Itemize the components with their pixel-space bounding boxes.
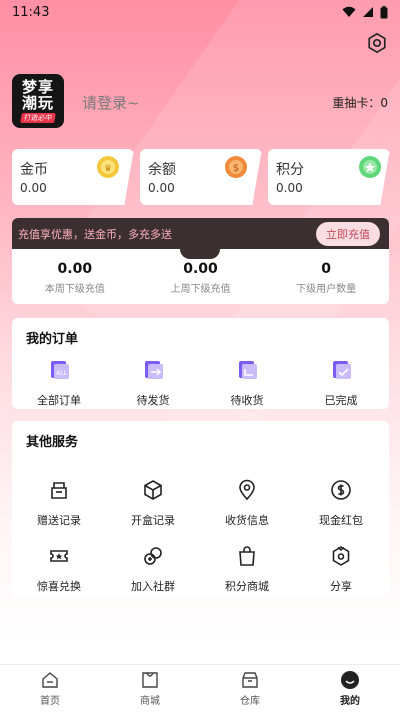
orders-title: 我的订单 <box>26 332 79 347</box>
wallet-card-points[interactable]: 积分 0.00 <box>268 149 390 205</box>
tab-mall[interactable]: 商城 <box>100 665 200 712</box>
stat-last-week: 0.00 上周下级充值 <box>145 261 255 295</box>
ticket-icon <box>50 550 68 562</box>
avatar-logo-line1: 梦享 <box>21 78 54 96</box>
box-record-icon <box>144 480 162 500</box>
all-orders-icon: ALL <box>51 361 69 379</box>
order-all[interactable]: ALL 全部订单 <box>12 358 106 408</box>
wallet-label: 金币 <box>20 162 48 178</box>
order-label: 待发货 <box>136 394 170 407</box>
order-pending-receipt[interactable]: 待收货 <box>200 358 294 408</box>
avatar[interactable]: 梦享 潮玩 打造必中 <box>12 74 64 128</box>
tab-warehouse[interactable]: 仓库 <box>200 665 300 712</box>
pending-shipment-icon <box>145 361 163 379</box>
svg-text:$: $ <box>233 163 239 174</box>
services-title: 其他服务 <box>26 435 79 450</box>
tab-label: 我的 <box>340 696 360 707</box>
stat-label: 本周下级充值 <box>44 284 105 295</box>
service-label: 开盒记录 <box>131 514 175 527</box>
service-cash-envelope[interactable]: 现金红包 <box>294 478 388 528</box>
other-services-card: 其他服务 赠送记录 开盒记录 收货信息 现金红包 惊喜兑换 加入社群 积分商城 … <box>12 421 389 597</box>
stat-label: 上周下级充值 <box>170 284 231 295</box>
community-icon <box>144 547 162 565</box>
service-label: 分享 <box>330 580 352 593</box>
service-label: 加入社群 <box>131 580 175 593</box>
redraw-label: 重抽卡： <box>332 96 381 110</box>
stat-subordinate-users: 0 下级用户数量 <box>271 261 381 295</box>
location-icon <box>239 479 255 501</box>
stat-value: 0.00 <box>57 261 93 277</box>
service-label: 积分商城 <box>225 580 269 593</box>
order-label: 待收货 <box>230 394 264 407</box>
bottom-tab-bar: 首页 商城 仓库 我的 <box>0 664 400 712</box>
wallet-value: 0.00 <box>148 181 175 195</box>
recharge-notch <box>180 249 220 259</box>
tab-label: 首页 <box>40 696 60 707</box>
service-label: 收货信息 <box>225 514 269 527</box>
status-bar: 11:43 <box>0 0 400 24</box>
gold-coin-icon: ♛ <box>97 156 119 178</box>
stat-this-week: 0.00 本周下级充值 <box>20 261 130 295</box>
profile-icon <box>341 671 359 689</box>
warehouse-icon <box>242 672 258 688</box>
tab-label: 商城 <box>140 696 160 707</box>
stat-label: 下级用户数量 <box>296 284 357 295</box>
battery-icon <box>380 5 388 18</box>
pending-receipt-icon <box>239 361 257 379</box>
service-points-mall[interactable]: 积分商城 <box>200 544 294 594</box>
avatar-logo-tag: 打造必中 <box>20 113 56 123</box>
points-star-icon <box>359 156 381 178</box>
recharge-now-button[interactable]: 立即充值 <box>316 221 380 246</box>
redraw-value: 0 <box>380 96 388 110</box>
stat-value: 0 <box>321 261 332 277</box>
svg-text:♛: ♛ <box>104 164 112 174</box>
signal-icon <box>363 7 373 17</box>
service-box-record[interactable]: 开盒记录 <box>106 478 200 528</box>
shopping-bag-icon <box>239 546 255 566</box>
redraw-card-count[interactable]: 重抽卡：0 <box>332 94 388 111</box>
wallet-card-gold[interactable]: 金币 0.00 ♛ <box>12 149 134 205</box>
service-gift-record[interactable]: 赠送记录 <box>12 478 106 528</box>
balance-coin-icon: $ <box>225 156 247 178</box>
wallet-label: 余额 <box>148 162 176 178</box>
wifi-icon <box>342 6 356 17</box>
recharge-message: 充值享优惠，送金币，多充多送 <box>18 227 172 241</box>
gift-record-icon <box>51 482 67 499</box>
tab-home[interactable]: 首页 <box>0 665 100 712</box>
share-icon <box>332 546 350 566</box>
service-join-community[interactable]: 加入社群 <box>106 544 200 594</box>
wallet-label: 积分 <box>276 162 304 178</box>
service-label: 赠送记录 <box>37 514 81 527</box>
mall-icon <box>142 672 158 688</box>
service-surprise-exchange[interactable]: 惊喜兑换 <box>12 544 106 594</box>
wallet-value: 0.00 <box>276 181 303 195</box>
service-address-info[interactable]: 收货信息 <box>200 478 294 528</box>
stat-value: 0.00 <box>183 261 218 277</box>
my-orders-card: 我的订单 ALL 全部订单 待发货 待收货 已完成 <box>12 318 389 409</box>
login-link[interactable]: 请登录~ <box>82 92 140 113</box>
completed-icon <box>333 361 351 379</box>
service-label: 现金红包 <box>319 514 363 527</box>
order-pending-shipment[interactable]: 待发货 <box>106 358 200 408</box>
cash-envelope-icon <box>331 480 351 500</box>
home-icon <box>42 672 58 688</box>
order-label: 全部订单 <box>37 394 81 407</box>
recharge-panel: 充值享优惠，送金币，多充多送 立即充值 0.00 本周下级充值 0.00 上周下… <box>12 218 389 304</box>
settings-icon[interactable] <box>366 32 388 54</box>
service-label: 惊喜兑换 <box>37 580 81 593</box>
svg-text:ALL: ALL <box>56 370 67 377</box>
service-share[interactable]: 分享 <box>294 544 388 594</box>
tab-profile[interactable]: 我的 <box>300 665 400 712</box>
tab-label: 仓库 <box>240 696 260 707</box>
order-label: 已完成 <box>324 394 358 407</box>
wallet-value: 0.00 <box>20 181 47 195</box>
recharge-banner: 充值享优惠，送金币，多充多送 立即充值 <box>12 218 389 249</box>
wallet-card-balance[interactable]: 余额 0.00 $ <box>140 149 262 205</box>
avatar-logo-line2: 潮玩 <box>21 94 54 112</box>
order-completed[interactable]: 已完成 <box>294 358 388 408</box>
status-time: 11:43 <box>12 4 50 20</box>
